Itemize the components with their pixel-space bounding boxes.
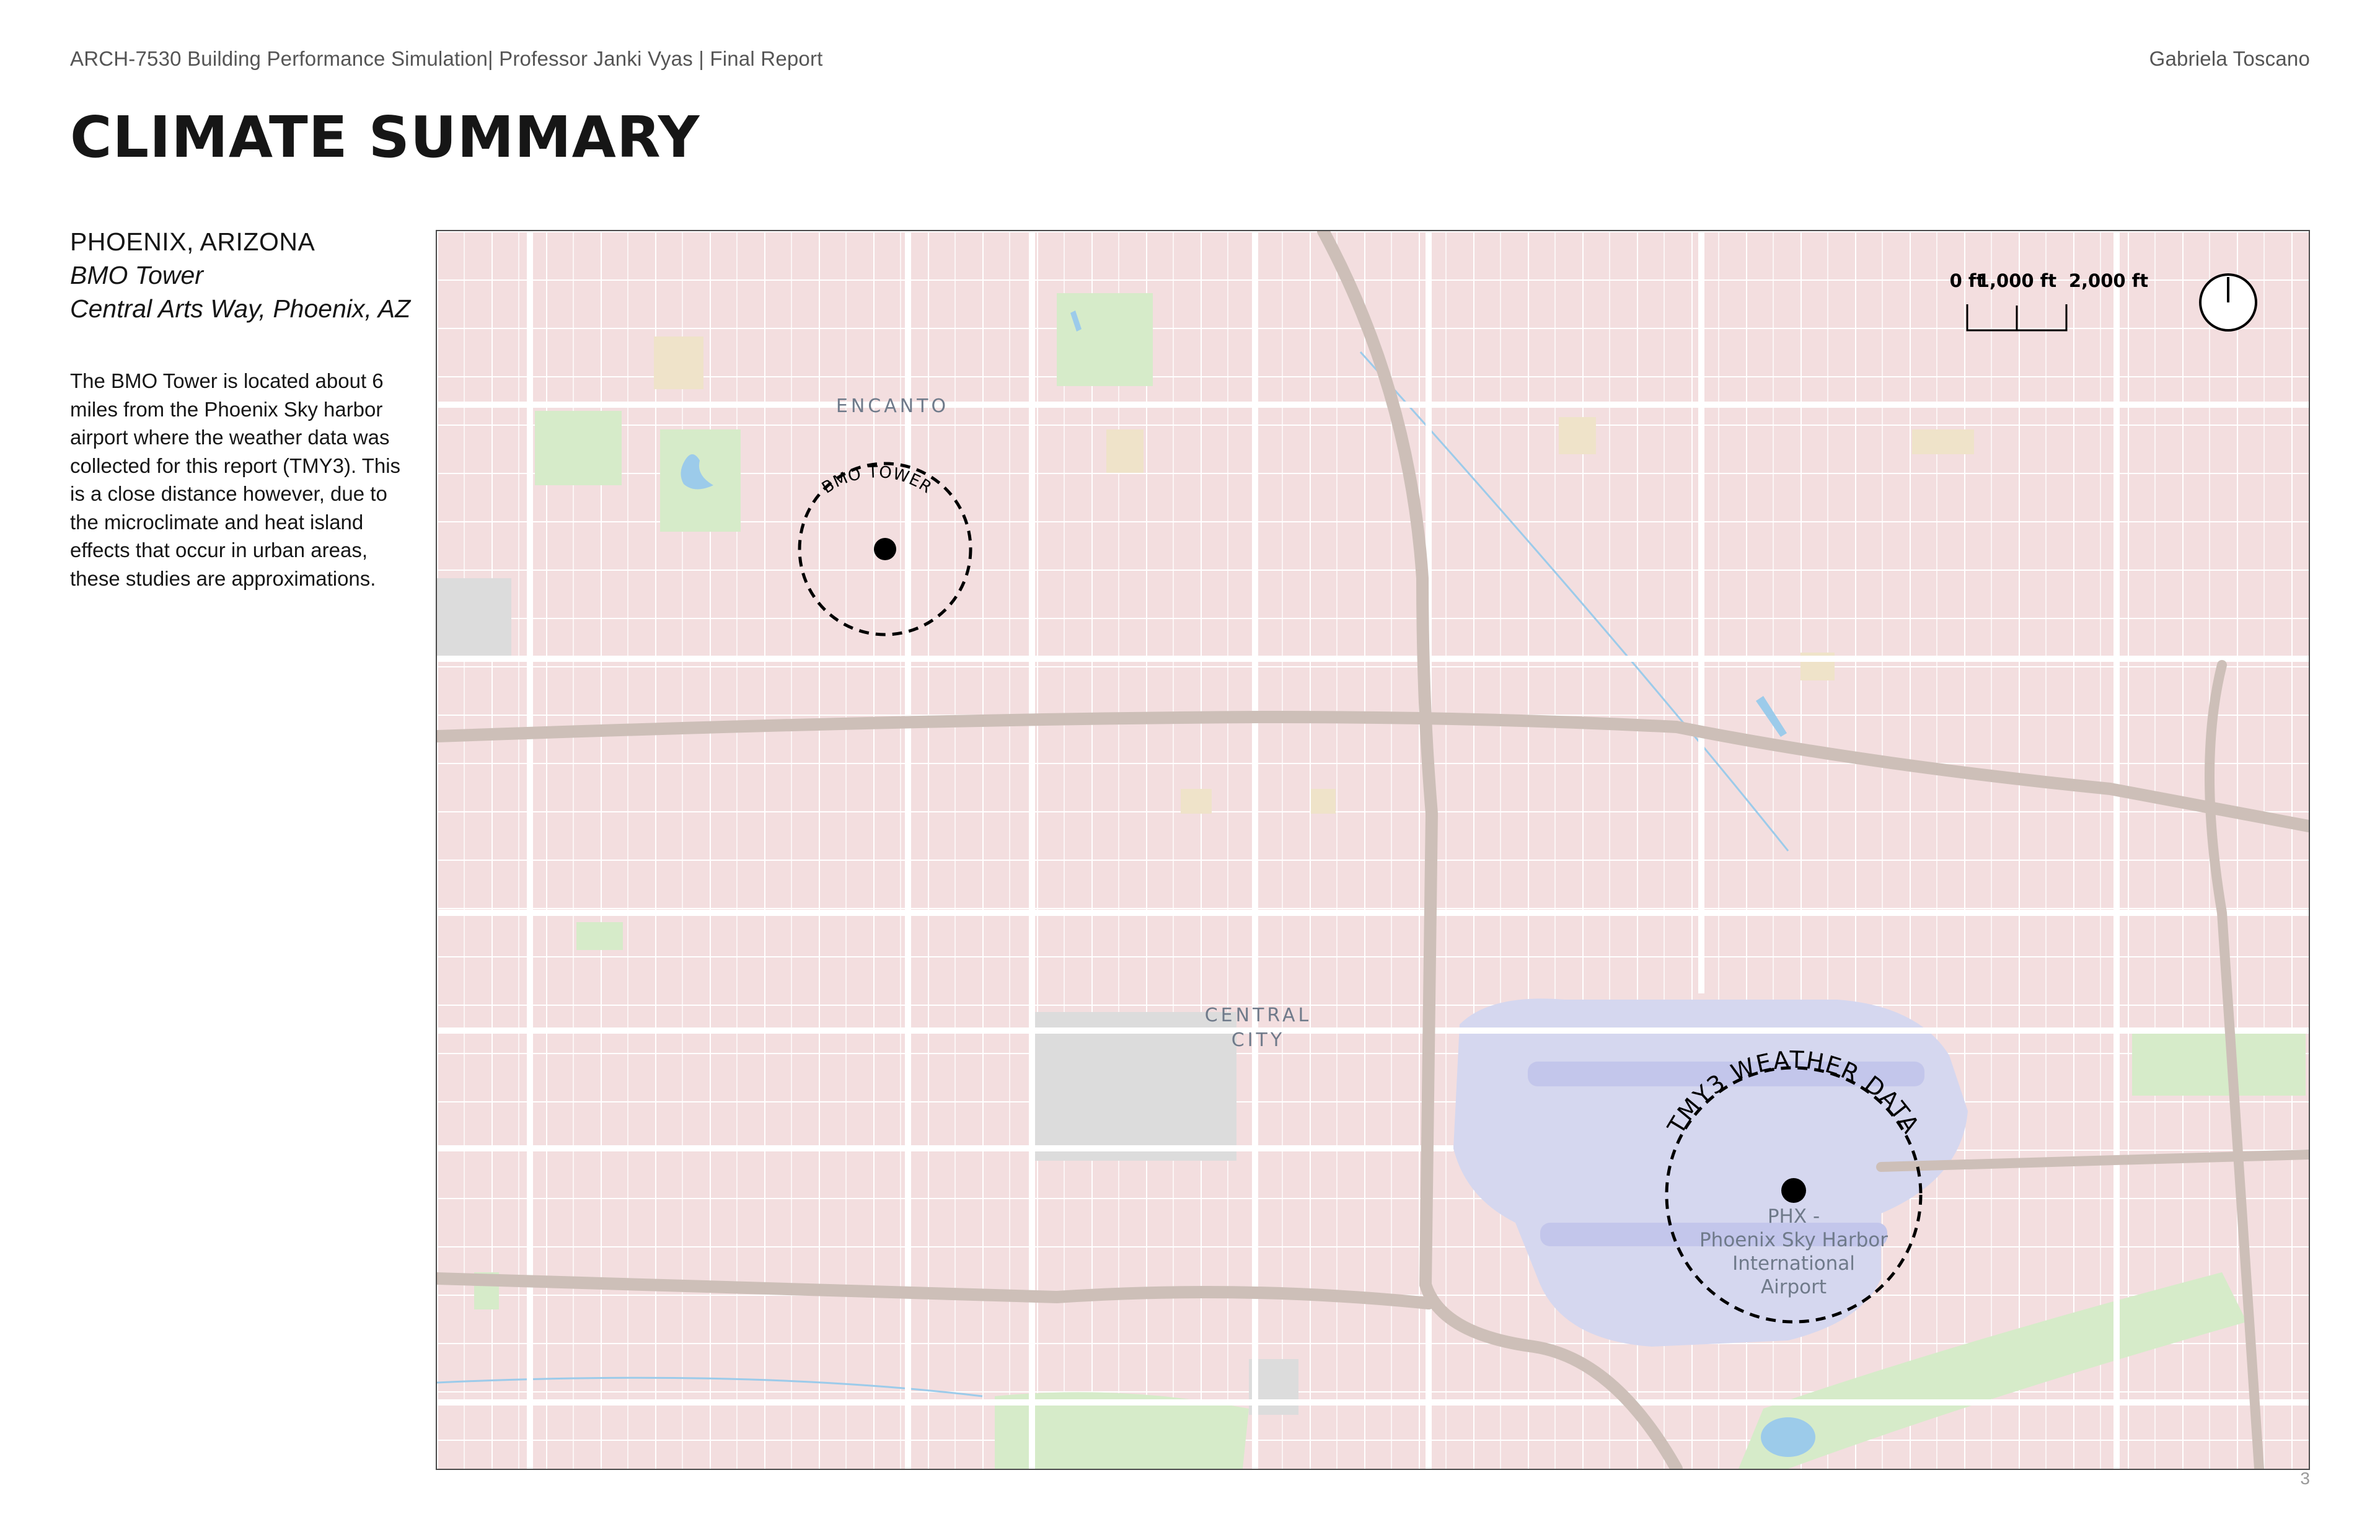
label-city: CITY [1232,1029,1285,1051]
scale-label-2000: 2,000 ft [2069,270,2148,291]
location-city: PHOENIX, ARIZONA [70,227,315,256]
building-name: BMO Tower [70,261,203,289]
scale-label-1000: 1,000 ft [1977,270,2056,291]
page-title: CLIMATE SUMMARY [70,104,700,170]
airport-label-line-1: PHX - [1768,1205,1820,1228]
description-paragraph: The BMO Tower is located about 6 miles f… [70,369,401,590]
report-header: ARCH-7530 Building Performance Simulatio… [70,47,823,70]
map-canvas: ENCANTO CENTRAL CITY BMO TOWER TMY3 WEAT… [437,231,2309,1469]
location-block: PHOENIX, ARIZONA BMO Tower Central Arts … [70,225,417,325]
building-address: Central Arts Way, Phoenix, AZ [70,294,411,323]
airport-label-line-3: International [1732,1252,1855,1275]
label-central: CENTRAL [1205,1005,1312,1026]
author-name: Gabriela Toscano [2149,47,2310,70]
site-map: ENCANTO CENTRAL CITY BMO TOWER TMY3 WEAT… [436,230,2310,1470]
airport-label-line-2: Phoenix Sky Harbor [1699,1229,1888,1251]
page-number: 3 [2300,1469,2310,1488]
north-arrow-icon [2199,273,2257,332]
airport-label-line-4: Airport [1761,1276,1827,1298]
label-encanto: ENCANTO [836,395,949,417]
